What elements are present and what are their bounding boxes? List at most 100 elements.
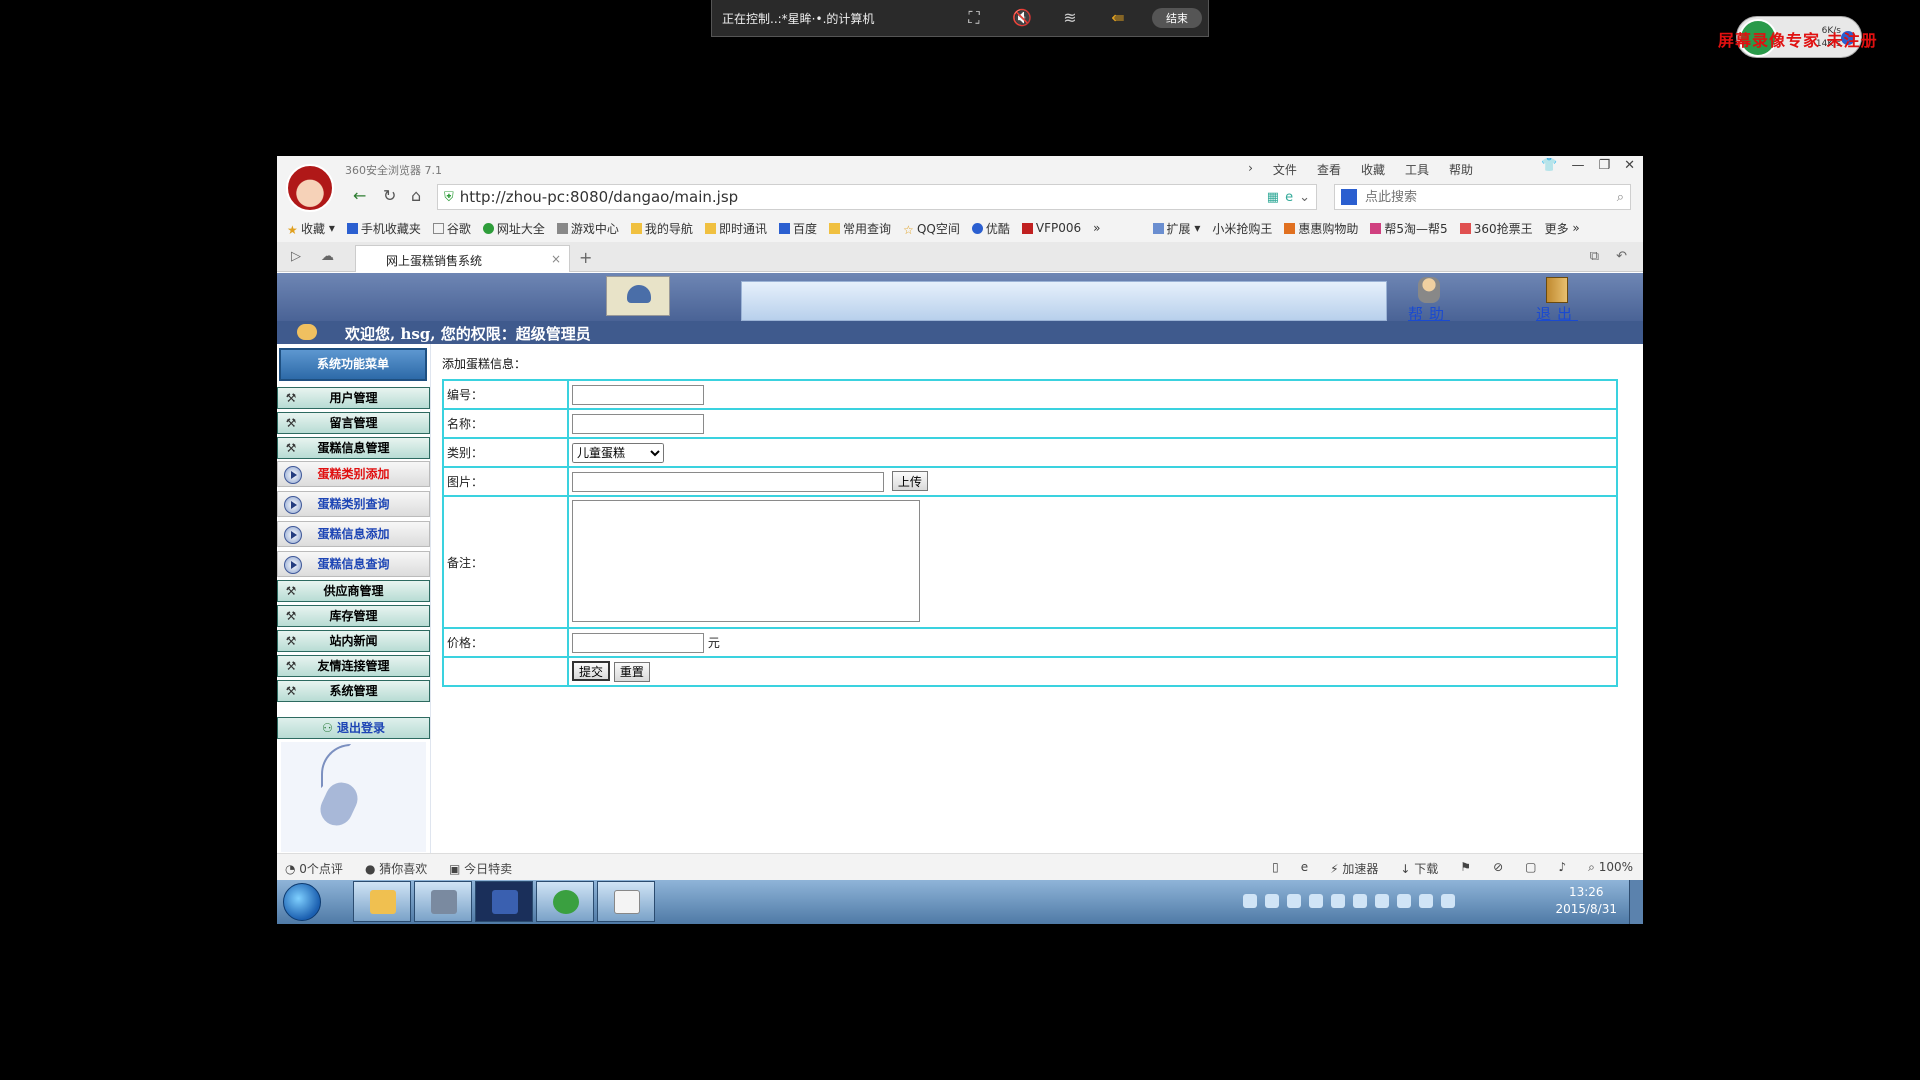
close-icon[interactable]: ✕ [1624,158,1635,173]
undo-close-icon[interactable]: ↶ [1616,249,1627,264]
menu-message-management[interactable]: ⚒ 留言管理 [277,412,430,434]
tray-clock[interactable]: 13:26 2015/8/31 [1555,884,1617,918]
submit-button[interactable]: 提交 [572,661,611,682]
bookmark-youku[interactable]: 优酷 [971,220,1010,237]
submenu-add-cake[interactable]: 蛋糕信息添加 [277,521,430,547]
signal-bars-icon[interactable] [1419,894,1433,908]
minimize-icon[interactable]: — [1571,158,1584,173]
menu-system-management[interactable]: ⚒ 系统管理 [277,680,430,702]
new-tab-icon[interactable]: + [579,248,592,267]
bookmark-games[interactable]: 游戏中心 [556,220,619,237]
window-icon[interactable]: ▢ [1525,860,1536,877]
qq-icon[interactable] [1331,894,1345,908]
menu-forward-icon[interactable]: › [1248,161,1253,178]
menu-inventory-management[interactable]: ⚒ 库存管理 [277,605,430,627]
taskbar-tools[interactable] [414,881,472,922]
start-button[interactable] [283,883,321,921]
bookmark-common[interactable]: 常用查询 [828,220,891,237]
search-engine-icon[interactable] [1341,189,1357,205]
code-input[interactable] [572,384,704,405]
url-dropdown-icon[interactable]: ⌄ [1299,190,1310,205]
bookmark-360ticket[interactable]: 360抢票王 [1459,220,1533,237]
fullscreen-icon[interactable]: ⛶ [962,8,986,28]
menu-tools[interactable]: 工具 [1405,161,1429,178]
bookmark-my-nav[interactable]: 我的导航 [630,220,693,237]
taskbar-360-browser[interactable] [536,881,594,922]
sidebar-toggle-icon[interactable]: ▷ [291,249,301,264]
menu-favorites[interactable]: 收藏 [1361,161,1385,178]
keyboard-icon[interactable] [1243,894,1257,908]
skin-icon[interactable]: 👕 [1541,158,1557,173]
download-button[interactable]: ↓ 下载 [1400,860,1438,877]
bookmark-qzone[interactable]: ☆ QQ空间 [903,220,960,237]
note-textarea[interactable] [572,499,920,622]
home-icon[interactable]: ⌂ [411,186,421,205]
status-reviews[interactable]: ◔ 0个点评 [285,860,343,877]
submenu-add-category[interactable]: 蛋糕类别添加 [277,461,430,487]
signal-icon[interactable]: ≋ [1058,8,1082,28]
back-icon[interactable]: ← [353,186,366,205]
exit-link[interactable]: 退出 [1527,277,1587,324]
bookmark-hao[interactable]: 网址大全 [482,220,545,237]
wifi-icon[interactable] [1287,894,1301,908]
image-path-input[interactable] [572,471,884,492]
help-link[interactable]: 帮助 [1399,277,1459,324]
name-input[interactable] [572,413,704,434]
bookmark-vfp[interactable]: VFP006 [1021,221,1081,235]
bookmark-im[interactable]: 即时通讯 [704,220,767,237]
help-tray-icon[interactable] [1265,894,1279,908]
menu-user-management[interactable]: ⚒ 用户管理 [277,387,430,409]
cloud-icon[interactable]: ☁ [321,249,334,264]
taskbar-explorer[interactable] [353,881,411,922]
reset-button[interactable]: 重置 [613,661,650,682]
volume-icon[interactable]: ♪ [1558,860,1566,877]
menu-file[interactable]: 文件 [1273,161,1297,178]
url-text[interactable]: http://zhou-pc:8080/dangao/main.jsp [460,188,1267,206]
qr-code-icon[interactable]: ▦ [1267,190,1279,205]
restore-tabs-icon[interactable]: ⧉ [1590,249,1599,264]
security-icon[interactable] [1397,894,1411,908]
bookmark-baidu[interactable]: 百度 [778,220,817,237]
search-icon[interactable]: ⌕ [1617,190,1624,205]
search-field[interactable]: ⌕ [1334,184,1631,210]
pin-icon[interactable]: ⇚ [1106,8,1130,28]
restore-icon[interactable]: ❐ [1598,158,1610,173]
end-session-button[interactable]: 结束 [1152,8,1202,28]
cleanup-icon[interactable]: ⊘ [1493,860,1503,877]
category-select[interactable]: 儿童蛋糕 [572,442,664,463]
user-avatar[interactable] [286,164,334,212]
bookmark-bang5[interactable]: 帮5淘—帮5 [1370,220,1448,237]
tab-close-icon[interactable]: × [551,252,561,266]
bookmark-google[interactable]: 谷歌 [432,220,471,237]
logout-button[interactable]: ⚇ 退出登录 [277,717,430,739]
show-hidden-icon[interactable] [1309,894,1323,908]
taskbar-document[interactable] [597,881,655,922]
bookmark-extensions[interactable]: 扩展 ▾ [1152,220,1200,237]
bookmark-more[interactable]: 更多 » [1545,220,1580,237]
status-recommend[interactable]: ● 猜你喜欢 [365,860,427,877]
windows-icon[interactable] [1353,894,1367,908]
network-icon[interactable] [1375,894,1389,908]
bookmark-mobile[interactable]: 手机收藏夹 [346,220,421,237]
url-field[interactable]: ⛨ http://zhou-pc:8080/dangao/main.jsp ▦ … [437,184,1317,210]
menu-cake-management[interactable]: ⚒ 蛋糕信息管理 [277,437,430,459]
ie-icon[interactable]: e [1301,860,1308,877]
submenu-query-category[interactable]: 蛋糕类别查询 [277,491,430,517]
accelerator-button[interactable]: ⚡ 加速器 [1330,860,1378,877]
menu-supplier-management[interactable]: ⚒ 供应商管理 [277,580,430,602]
menu-friend-links[interactable]: ⚒ 友情连接管理 [277,655,430,677]
price-input[interactable] [572,632,704,653]
menu-site-news[interactable]: ⚒ 站内新闻 [277,630,430,652]
refresh-icon[interactable]: ↻ [383,186,396,205]
status-daily-sale[interactable]: ▣ 今日特卖 [449,860,512,877]
upload-button[interactable]: 上传 [891,471,928,492]
bookmark-favorites[interactable]: ★ 收藏 ▾ [287,220,335,237]
bookmark-xiaomi[interactable]: 小米抢购王 [1212,220,1272,237]
taskbar-app-s[interactable] [475,881,533,922]
bookmark-overflow-icon[interactable]: » [1093,221,1100,235]
menu-view[interactable]: 查看 [1317,161,1341,178]
menu-help[interactable]: 帮助 [1449,161,1473,178]
tab-cake-system[interactable]: 网上蛋糕销售系统 × [355,245,570,272]
speaker-icon[interactable] [1441,894,1455,908]
search-input[interactable] [1363,188,1617,206]
